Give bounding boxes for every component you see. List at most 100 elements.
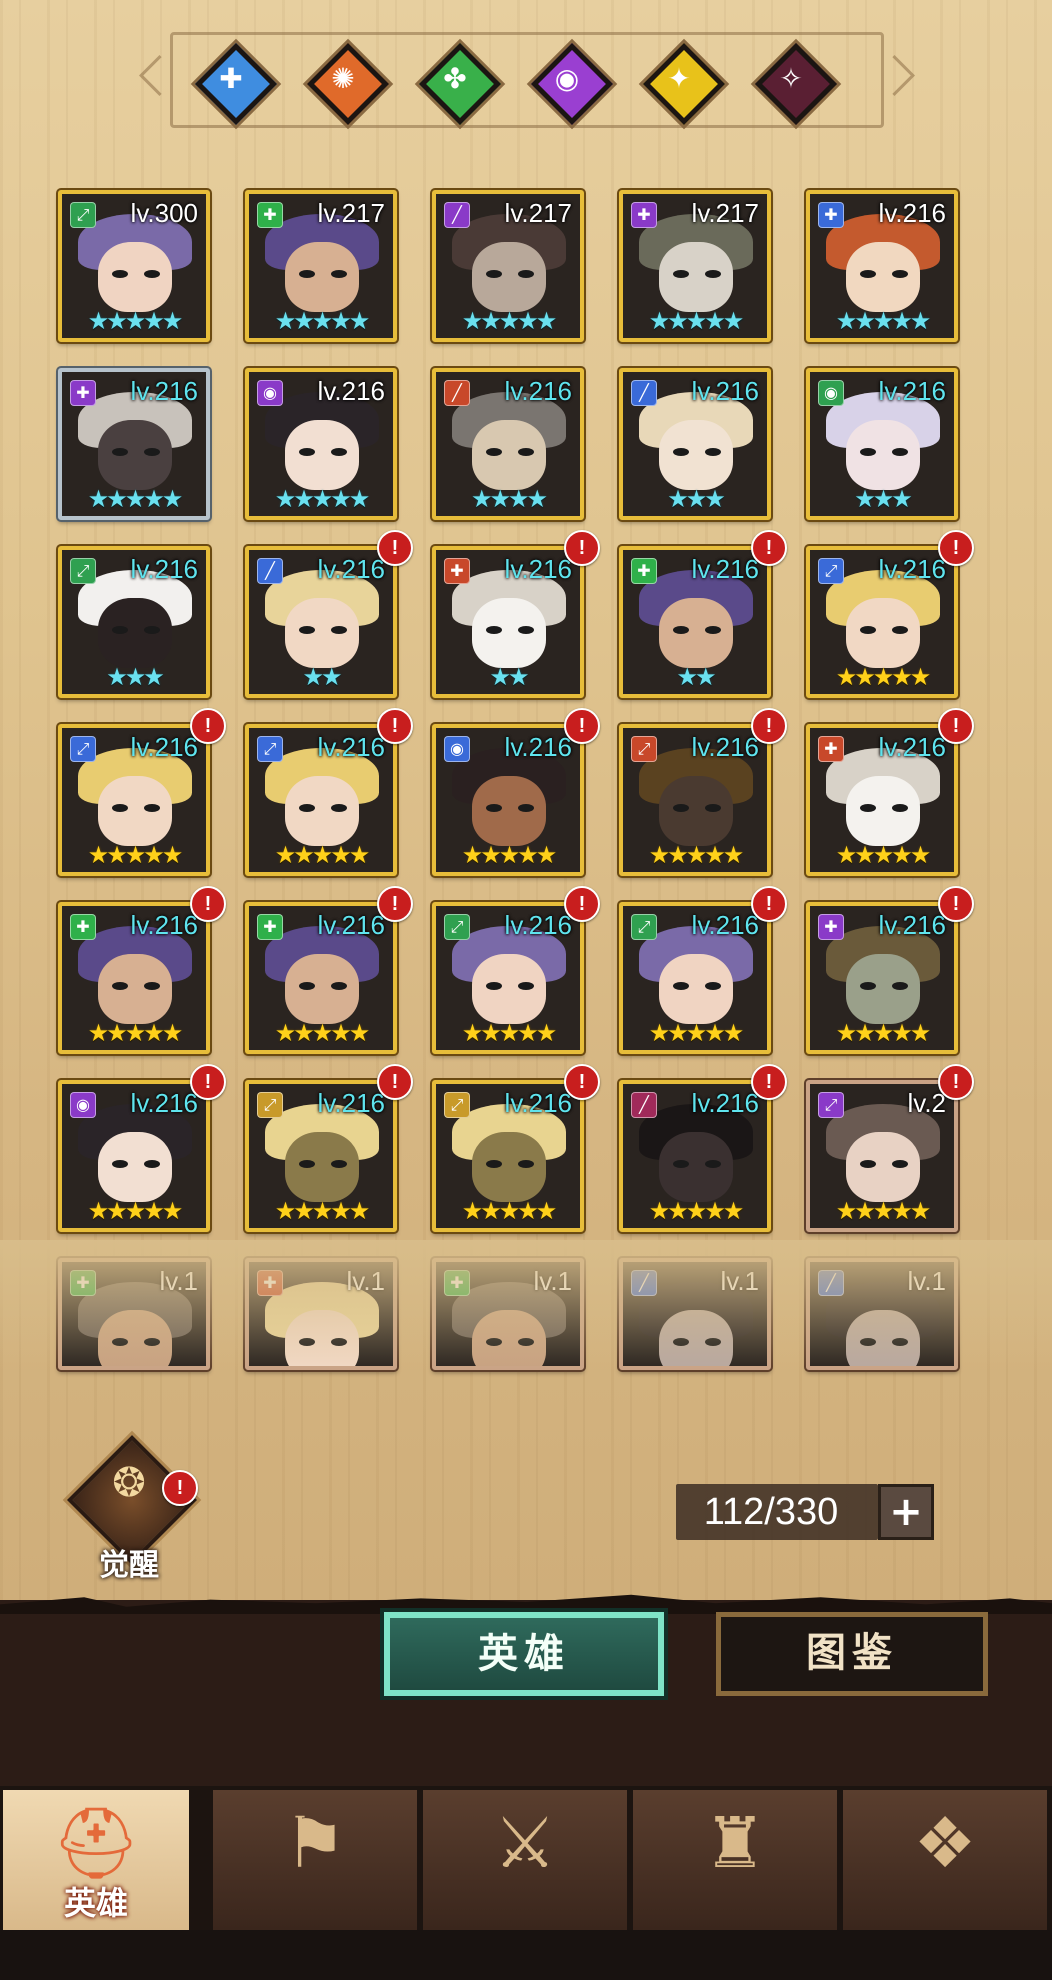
hero-star-rating: ★★★★★ [461,841,558,869]
hero-card[interactable]: ✚ lv.216 ★★★★★ [806,190,958,342]
hero-card[interactable]: ✚ lv.216 ★★ [619,546,771,698]
hero-card[interactable]: ◉ lv.216 ★★★★★ [432,724,584,876]
hero-level: lv.216 [130,376,198,406]
tab-codex[interactable]: 图鉴 [716,1612,988,1696]
hero-card[interactable]: ◉ lv.216 ★★★★★ [58,1080,210,1232]
hero-card[interactable]: ⤢ lv.216 ★★★ [58,546,210,698]
hero-card[interactable]: ✚ lv.216 ★★★★★ [58,902,210,1054]
hero-star-rating: ★★ [676,663,716,691]
hero-star-rating: ★★★★★ [274,1019,371,1047]
hero-class-icon: ⤢ [257,736,283,762]
hero-star-rating: ★★ [489,663,529,691]
hero-class-icon: ╱ [257,558,283,584]
hero-card[interactable]: ⤢ lv.216 ★★★★★ [245,1080,397,1232]
hero-card[interactable]: ✚ lv.216 ★★★★★ [58,368,210,520]
faction-arcane-button[interactable]: ◉ [530,42,614,126]
alert-badge: ! [377,530,413,566]
hero-level: lv.216 [130,910,198,940]
hero-class-icon: ✚ [818,736,844,762]
hero-capacity: 112/330 [676,1484,878,1540]
alert-badge: ! [938,530,974,566]
nav-bottom-bar [0,1930,1052,1980]
hero-class-icon: ✚ [70,914,96,940]
hero-level: lv.216 [317,554,385,584]
faction-dark-button[interactable]: ✧ [754,42,838,126]
hero-card[interactable]: ⤢ lv.216 ★★★★★ [58,724,210,876]
hero-level: lv.216 [878,554,946,584]
hero-level: lv.2 [907,1088,946,1118]
nav-battle-tab[interactable]: ⚔ [420,1790,627,1930]
hero-class-icon: ⤢ [631,736,657,762]
hero-card[interactable]: ◉ lv.216 ★★★ [806,368,958,520]
alert-badge: ! [377,1064,413,1100]
hero-card[interactable]: ⤢ lv.300 ★★★★★ [58,190,210,342]
hero-level: lv.216 [130,732,198,762]
alert-badge: ! [751,886,787,922]
faction-light-button[interactable]: ✚ [194,42,278,126]
nav-castle-tab[interactable]: ♜ [630,1790,837,1930]
hero-card[interactable]: ◉ lv.216 ★★★★★ [245,368,397,520]
nav-guild-tab[interactable]: ❖ [840,1790,1047,1930]
awaken-button[interactable]: ❂ ! 觉醒 [62,1434,198,1583]
hero-card[interactable]: ⤢ lv.216 ★★★★★ [619,902,771,1054]
hero-card[interactable]: ⤢ lv.216 ★★★★★ [619,724,771,876]
hero-class-icon: ⤢ [70,558,96,584]
capacity-text: 112/330 [703,1491,839,1533]
hero-card[interactable]: ╱ lv.216 ★★★ [619,368,771,520]
hero-card[interactable]: ⤢ lv.216 ★★★★★ [245,724,397,876]
hero-class-icon: ✚ [818,202,844,228]
hero-class-icon: ╱ [444,380,470,406]
hero-card[interactable]: ✚ lv.216 ★★★★★ [806,724,958,876]
compass-flag-icon: ⚑ [283,1802,347,1884]
nav-label: 英雄 [63,1884,128,1922]
hero-card[interactable]: ╱ lv.216 ★★★★ [432,368,584,520]
hero-card[interactable]: ⤢ lv.216 ★★★★★ [432,1080,584,1232]
nav-heroes-tab[interactable]: ⛑ 英雄 [0,1790,189,1930]
hero-class-icon: ╱ [631,380,657,406]
dark-sigil-icon: ✧ [779,62,803,95]
hero-level: lv.216 [504,554,572,584]
clover-icon: ✤ [443,62,467,95]
hero-class-icon: ⤢ [257,1092,283,1118]
hero-card[interactable]: ╱ lv.217 ★★★★★ [432,190,584,342]
hero-star-rating: ★★★★★ [274,1197,371,1225]
hero-level: lv.216 [691,554,759,584]
hero-card[interactable]: ╱ lv.216 ★★ [245,546,397,698]
hero-level: lv.216 [504,732,572,762]
hero-card[interactable]: ✚ lv.216 ★★★★★ [806,902,958,1054]
faction-holy-button[interactable]: ✦ [642,42,726,126]
nav-adventure-tab[interactable]: ⚑ [210,1790,417,1930]
expand-capacity-button[interactable]: + [878,1484,934,1540]
hero-class-icon: ✚ [444,558,470,584]
hero-level: lv.216 [878,910,946,940]
hero-card[interactable]: ⤢ lv.216 ★★★★★ [432,902,584,1054]
hero-class-icon: ⤢ [631,914,657,940]
tab-heroes[interactable]: 英雄 [384,1612,664,1696]
hero-class-icon: ◉ [257,380,283,406]
hero-star-rating: ★★★★★ [87,841,184,869]
hero-class-icon: ⤢ [818,1092,844,1118]
hero-class-icon: ⤢ [444,1092,470,1118]
hero-card[interactable]: ╱ lv.216 ★★★★★ [619,1080,771,1232]
hero-card[interactable]: ✚ lv.217 ★★★★★ [619,190,771,342]
alert-badge: ! [751,708,787,744]
hero-card[interactable]: ✚ lv.216 ★★★★★ [245,902,397,1054]
knight-helmet-icon: ⛑ [51,1802,141,1884]
hero-star-rating: ★★★★★ [461,307,558,335]
radiant-eye-icon: ✦ [667,62,691,95]
alert-badge: ! [162,1470,198,1506]
alert-badge: ! [938,1064,974,1100]
faction-nature-button[interactable]: ✤ [418,42,502,126]
hero-card[interactable]: ✚ lv.217 ★★★★★ [245,190,397,342]
faction-fire-button[interactable]: ✺ [306,42,390,126]
sun-gear-icon: ✺ [331,62,355,95]
hero-card[interactable]: ⤢ lv.2 ★★★★★ [806,1080,958,1232]
hero-card[interactable]: ⤢ lv.216 ★★★★★ [806,546,958,698]
hero-class-icon: ✚ [70,380,96,406]
hero-star-rating: ★★★★★ [87,307,184,335]
alert-badge: ! [190,708,226,744]
hero-class-icon: ✚ [818,914,844,940]
hero-star-rating: ★★★★★ [648,1197,745,1225]
hero-card[interactable]: ✚ lv.216 ★★ [432,546,584,698]
hero-star-rating: ★★★★ [470,485,548,513]
